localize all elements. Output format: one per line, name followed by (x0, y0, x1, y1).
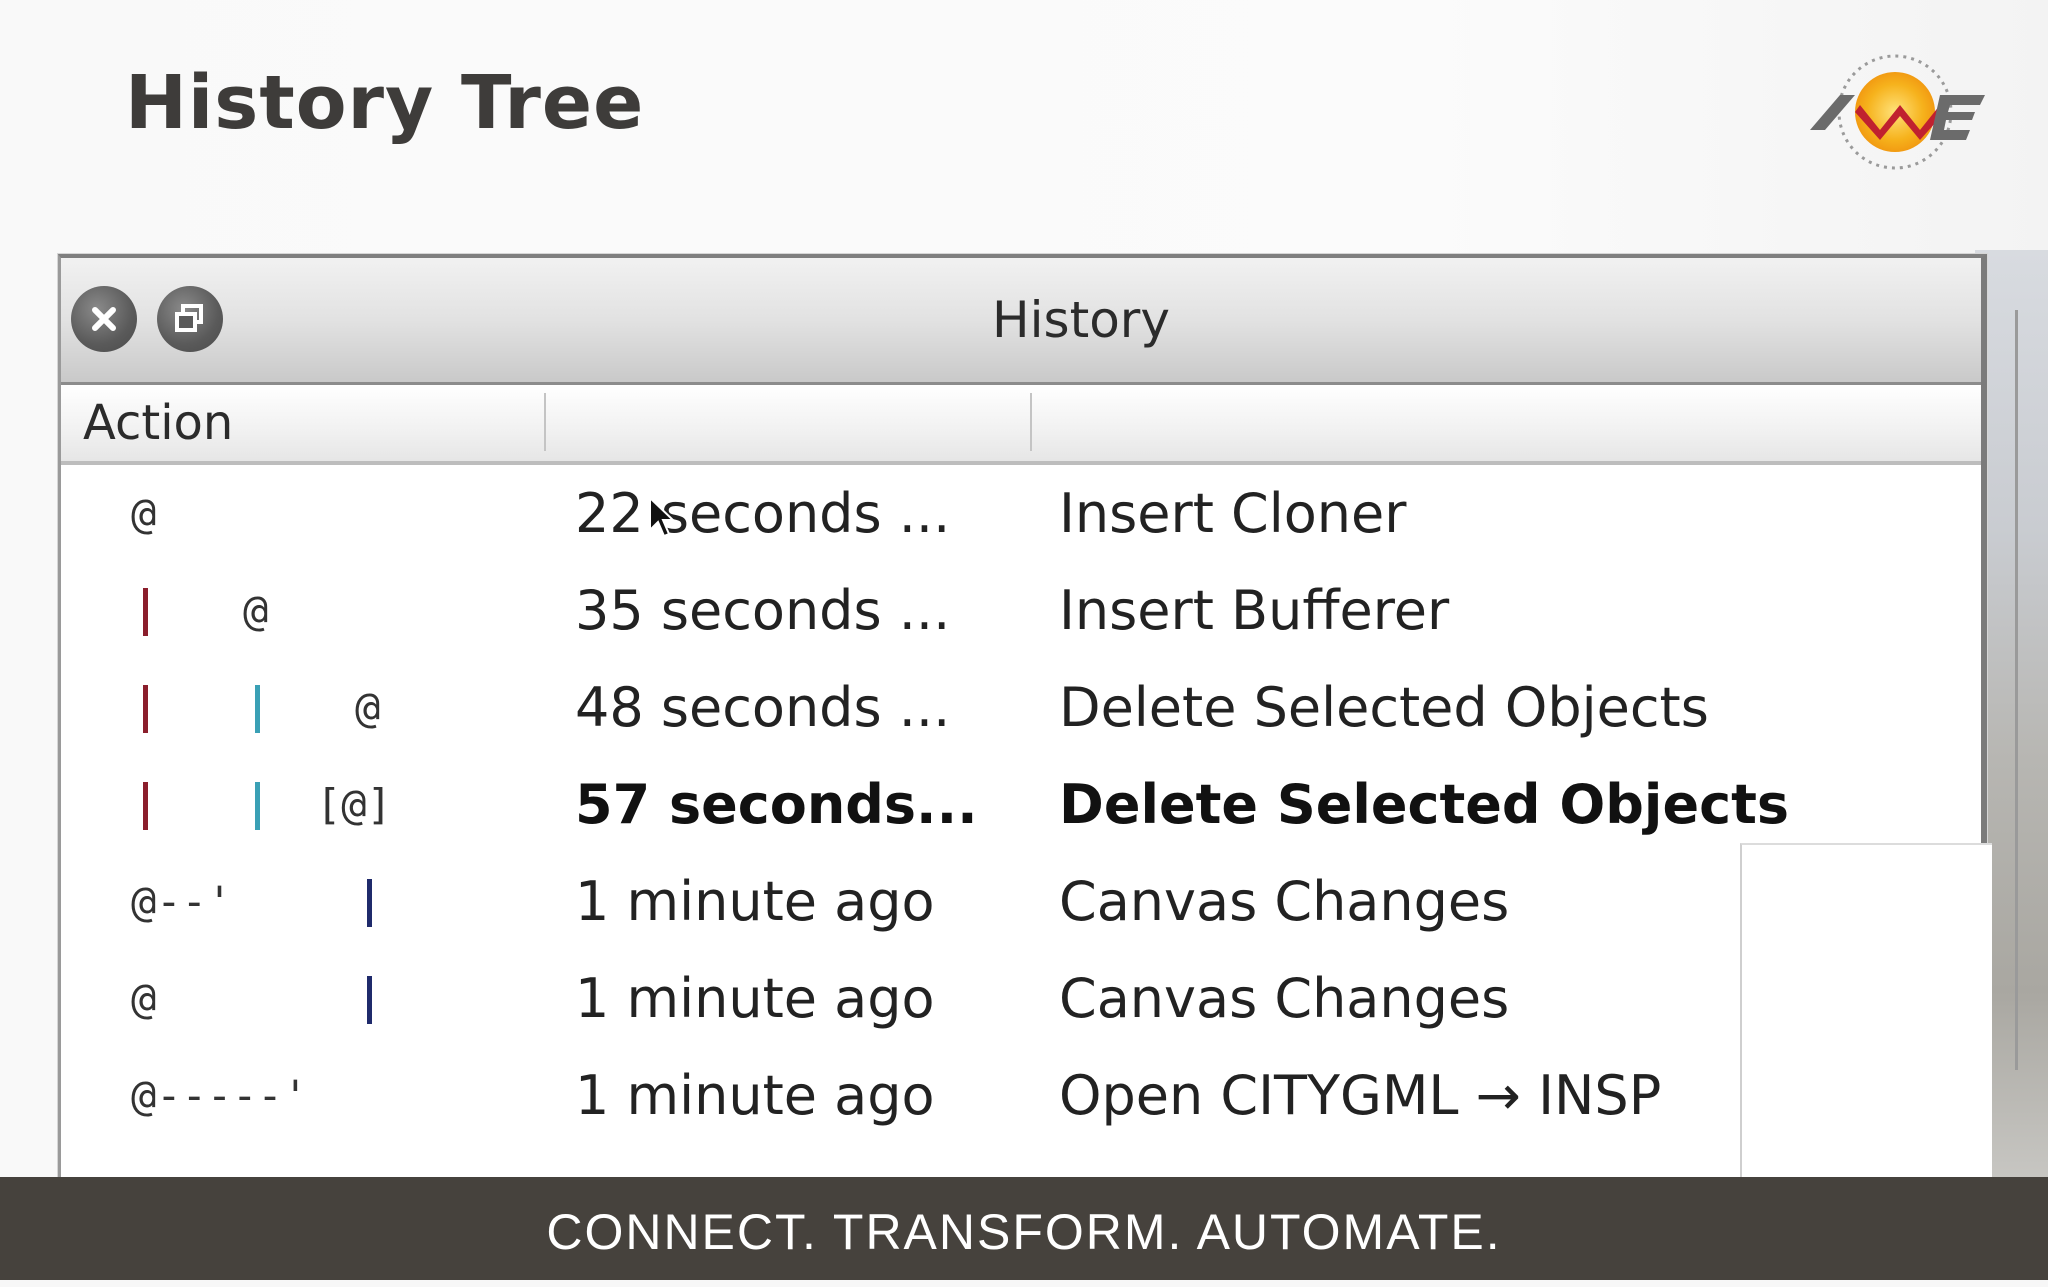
row-time: 57 seconds... (575, 773, 978, 836)
history-row-current[interactable]: [@] 57 seconds... Delete Selected Object… (61, 756, 1981, 853)
row-description: Delete Selected Objects (1059, 773, 1790, 836)
tree-graph: @ (131, 562, 511, 659)
tree-graph: @--' (131, 853, 511, 950)
slide-title: History Tree (125, 60, 645, 146)
tree-graph: @ (131, 950, 511, 1047)
branch-line-red (143, 588, 148, 636)
branch-line-red (143, 782, 148, 830)
tagline: CONNECT. TRANSFORM. AUTOMATE. (546, 1204, 1502, 1260)
row-time: 1 minute ago (575, 1064, 935, 1127)
row-time: 22 seconds ... (575, 482, 951, 545)
branch-line-teal (255, 685, 260, 733)
column-divider[interactable] (1030, 393, 1032, 451)
footer-bar: CONNECT. TRANSFORM. AUTOMATE. (0, 1177, 2048, 1280)
history-row[interactable]: @ 35 seconds ... Insert Bufferer (61, 562, 1981, 659)
tree-merge: @-----' (131, 1071, 309, 1120)
branch-line-teal (255, 782, 260, 830)
row-time: 48 seconds ... (575, 676, 951, 739)
row-time: 1 minute ago (575, 967, 935, 1030)
history-window: History Action @ 22 seconds ... Insert C… (58, 254, 1987, 1188)
tree-node: @ (355, 683, 381, 732)
history-list: @ 22 seconds ... Insert Cloner @ 35 seco… (61, 465, 1981, 1144)
column-header-action[interactable]: Action (83, 385, 233, 461)
column-header-row: Action (61, 385, 1981, 465)
row-time: 35 seconds ... (575, 579, 951, 642)
occluding-panel (1740, 843, 1992, 1185)
row-description: Canvas Changes (1059, 870, 1510, 933)
branch-line-navy (367, 879, 372, 927)
history-row[interactable]: @-----' 1 minute ago Open CITYGML → INSP (61, 1047, 1981, 1144)
mouse-cursor-icon (649, 496, 674, 538)
column-divider[interactable] (544, 393, 546, 451)
history-row[interactable]: @ 22 seconds ... Insert Cloner (61, 465, 1981, 562)
current-node-marker: [@] (316, 780, 392, 829)
tree-node: @ (131, 489, 157, 538)
window-titlebar[interactable]: History (61, 258, 1981, 385)
row-description: Insert Cloner (1059, 482, 1407, 545)
tree-node: @ (131, 974, 157, 1023)
row-time: 1 minute ago (575, 870, 935, 933)
tree-merge: @--' (131, 877, 233, 926)
tree-graph: @-----' (131, 1047, 511, 1144)
branch-line-red (143, 685, 148, 733)
fme-logo (1800, 50, 1990, 175)
row-description: Canvas Changes (1059, 967, 1510, 1030)
tree-graph: @ (131, 465, 511, 562)
row-description: Delete Selected Objects (1059, 676, 1709, 739)
window-title: History (992, 291, 1170, 349)
branch-line-navy (367, 976, 372, 1024)
history-row[interactable]: @--' 1 minute ago Canvas Changes (61, 853, 1981, 950)
history-row[interactable]: @ 48 seconds ... Delete Selected Objects (61, 659, 1981, 756)
row-description: Open CITYGML → INSP (1059, 1064, 1662, 1127)
row-description: Insert Bufferer (1059, 579, 1450, 642)
tree-node: @ (243, 586, 269, 635)
tree-graph: [@] (131, 756, 511, 853)
tree-graph: @ (131, 659, 511, 756)
history-row[interactable]: @ 1 minute ago Canvas Changes (61, 950, 1981, 1047)
